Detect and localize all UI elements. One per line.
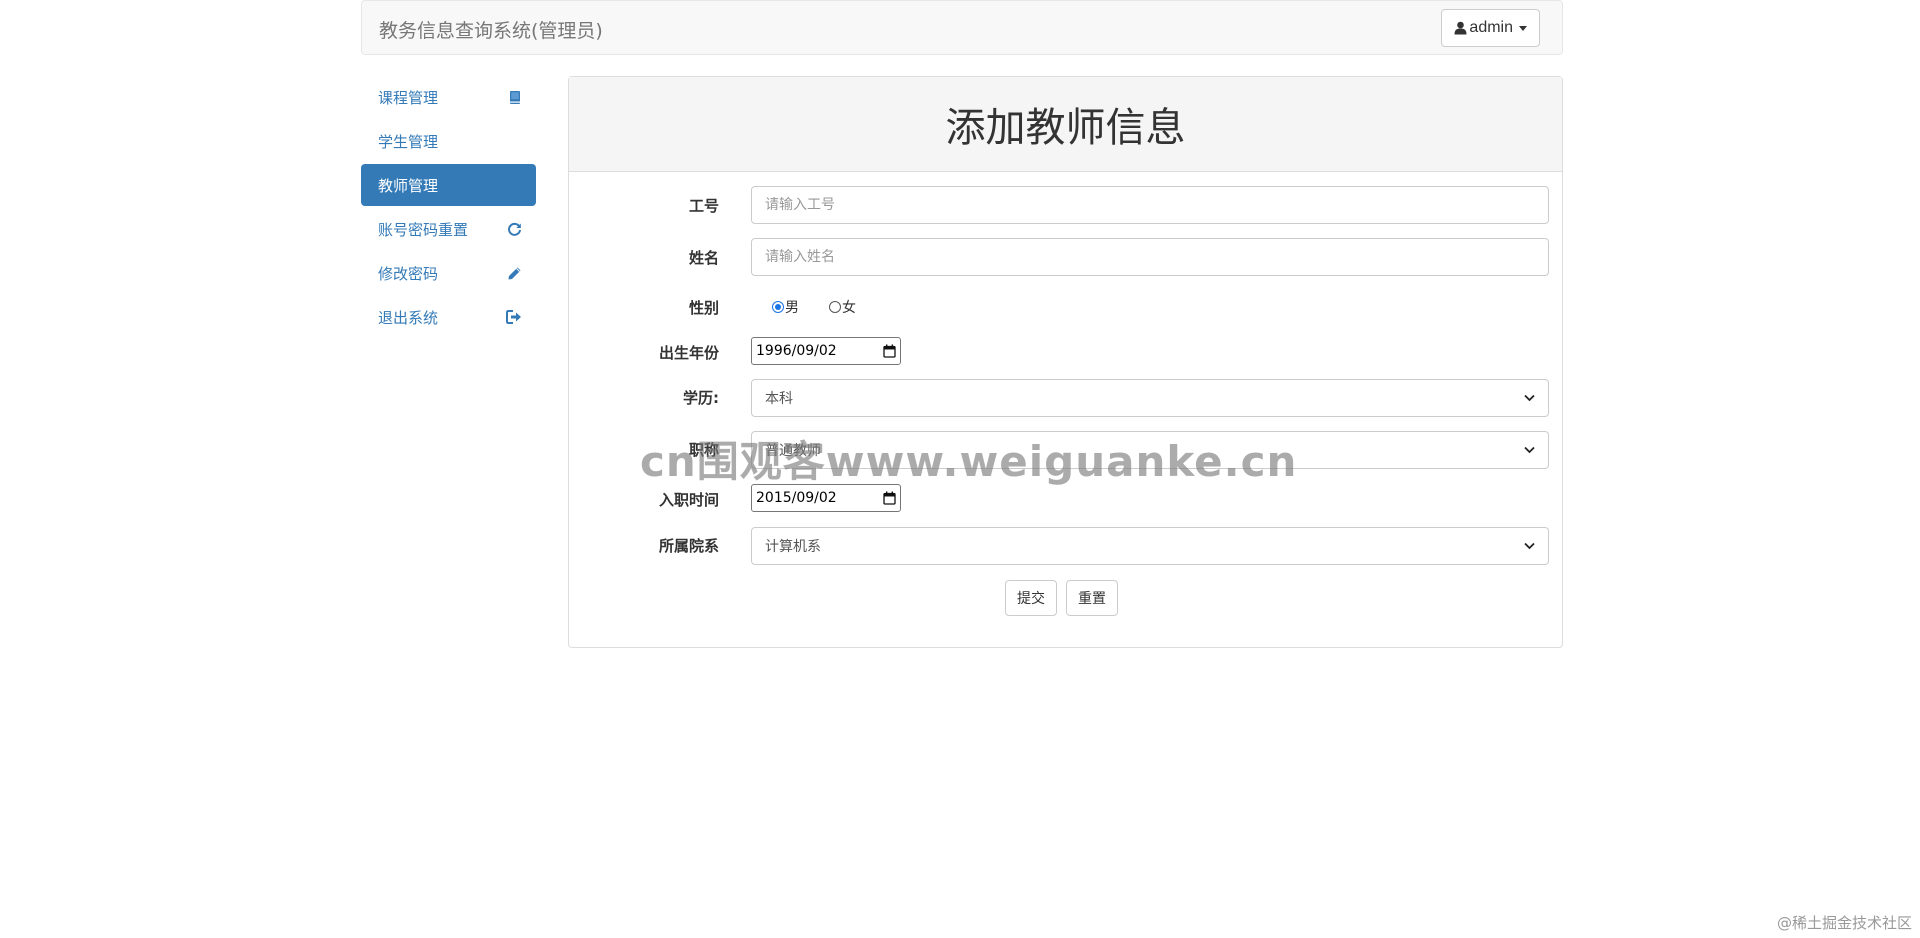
employee-id-input[interactable]: [751, 186, 1549, 224]
sidebar-item-logout[interactable]: 退出系统: [361, 296, 536, 338]
hire-date-input[interactable]: 2015/09/02: [751, 484, 901, 512]
job-title-select[interactable]: 普通教师: [751, 431, 1549, 469]
gender-radio-group: 男 女: [772, 297, 856, 317]
radio-unchecked-icon[interactable]: [829, 301, 841, 313]
teacher-name-label: 姓名: [688, 249, 719, 267]
radio-checked-icon[interactable]: [772, 301, 784, 313]
corner-watermark: @稀土掘金技术社区: [1776, 914, 1912, 932]
hire-date-value: 2015/09/02: [756, 490, 837, 506]
sidebar-item-label: 学生管理: [378, 132, 439, 151]
birth-date-input[interactable]: 1996/09/02: [751, 337, 901, 365]
department-label: 所属院系: [658, 537, 719, 555]
gender-option-male[interactable]: 男: [772, 297, 799, 317]
job-title-selected-value: 普通教师: [765, 443, 821, 459]
birth-year-label: 出生年份: [658, 344, 719, 362]
birth-date-value: 1996/09/02: [756, 343, 837, 359]
gender-option-label: 男: [785, 300, 799, 316]
job-title-label: 职称: [688, 441, 719, 459]
chevron-down-icon: [1524, 446, 1535, 454]
sidebar-item-label: 账号密码重置: [378, 220, 469, 239]
chevron-down-icon: [1524, 542, 1535, 550]
calendar-icon[interactable]: [883, 491, 896, 505]
add-teacher-panel: 添加教师信息 工号 姓名 性别 男 女 出生年份 1996/09/02 学历: …: [568, 76, 1563, 648]
degree-selected-value: 本科: [765, 391, 793, 407]
pencil-icon: [507, 266, 522, 281]
sidebar-item-label: 课程管理: [378, 88, 439, 107]
panel-heading: 添加教师信息: [569, 77, 1562, 172]
refresh-icon: [507, 222, 522, 237]
sidebar-item-change-password[interactable]: 修改密码: [361, 252, 536, 294]
sidebar-item-label: 教师管理: [378, 176, 439, 195]
gender-option-label: 女: [842, 300, 856, 316]
department-selected-value: 计算机系: [765, 539, 821, 555]
chevron-down-icon: [1524, 394, 1535, 402]
employee-id-label: 工号: [688, 197, 719, 215]
sidebar: 课程管理 学生管理 教师管理 账号密码重置 修改密码 退出系统: [361, 76, 536, 340]
sidebar-item-password-reset[interactable]: 账号密码重置: [361, 208, 536, 250]
user-name: admin: [1469, 19, 1513, 36]
sidebar-item-course[interactable]: 课程管理: [361, 76, 536, 118]
department-select[interactable]: 计算机系: [751, 527, 1549, 565]
caret-down-icon: [1519, 25, 1527, 31]
top-navbar: 教务信息查询系统(管理员) admin: [361, 0, 1563, 55]
submit-button[interactable]: 提交: [1005, 580, 1057, 616]
reset-button[interactable]: 重置: [1066, 580, 1118, 616]
degree-select[interactable]: 本科: [751, 379, 1549, 417]
sidebar-item-student[interactable]: 学生管理: [361, 120, 536, 162]
hire-date-label: 入职时间: [658, 491, 719, 509]
gender-option-female[interactable]: 女: [829, 297, 856, 317]
book-icon: [508, 90, 522, 105]
sidebar-item-label: 退出系统: [378, 308, 439, 327]
user-icon: [1454, 21, 1467, 35]
app-title[interactable]: 教务信息查询系统(管理员): [379, 16, 603, 43]
logout-icon: [506, 310, 522, 324]
sidebar-item-teacher[interactable]: 教师管理: [361, 164, 536, 206]
page-title: 添加教师信息: [945, 105, 1186, 151]
teacher-name-input[interactable]: [751, 238, 1549, 276]
user-menu-button[interactable]: admin: [1441, 9, 1540, 47]
sidebar-item-label: 修改密码: [378, 264, 439, 283]
calendar-icon[interactable]: [883, 344, 896, 358]
degree-label: 学历:: [683, 389, 719, 407]
gender-label: 性别: [688, 299, 719, 317]
